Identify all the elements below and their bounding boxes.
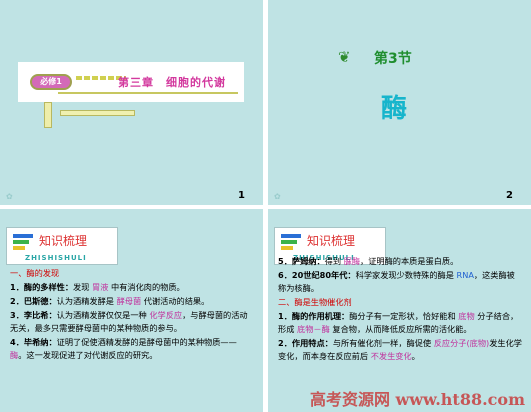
decorative-bar xyxy=(60,110,135,116)
slide-number: 1 xyxy=(238,190,245,201)
item-text: 与所有催化剂一样，酶促使 xyxy=(332,338,432,348)
item-lead: 4．毕希纳： xyxy=(10,337,57,347)
item-highlight: 反应分子(底物) xyxy=(433,338,490,348)
item-highlight: 化学反应 xyxy=(149,310,183,320)
item-tail: 代谢活动的结果。 xyxy=(143,296,210,306)
item-text: 证明了促使酒精发酵的是酵母菌中的某种物质—— xyxy=(56,337,237,347)
list-item: 1．酶的作用机理：酶分子有一定形状，恰好能和 底物 分子结合，形成 底物－酶 复… xyxy=(278,310,522,336)
stacked-bars-icon xyxy=(281,234,301,254)
item-highlight: RNA xyxy=(456,270,474,280)
item-tail: ，证明酶的本质是蛋白质。 xyxy=(360,256,459,266)
item-highlight: 酶 xyxy=(10,350,19,360)
watermark: 高考资源网 www.ht88.com xyxy=(309,390,525,409)
chapter-banner: 必修1 第三章 细胞的代谢 xyxy=(18,62,244,102)
item-text: 科学家发现少数特殊的酶是 xyxy=(355,270,454,280)
item-highlight-2: 不发生变化 xyxy=(370,351,412,361)
item-lead: 1．酶的作用机理： xyxy=(278,311,350,321)
item-lead: 2．作用特点： xyxy=(278,338,333,348)
slide-body: 一、酶的发现 1．酶的多样性：发现 胃液 中有消化肉的物质。 2．巴斯德：认为酒… xyxy=(10,267,254,363)
course-badge: 必修1 xyxy=(30,74,72,90)
banner-underline xyxy=(58,92,238,94)
slide-number: 2 xyxy=(506,190,513,201)
item-highlight: 胃液 xyxy=(92,282,109,292)
slide-body: 5．萨姆纳：得到 脲酶，证明酶的本质是蛋白质。 6．20世纪80年代：科学家发现… xyxy=(278,255,522,364)
item-lead: 5．萨姆纳： xyxy=(278,256,325,266)
list-item: 3．李比希：认为酒精发酵仅仅是一种 化学反应，与酵母菌的活动无关，最多只需要酵母… xyxy=(10,309,254,335)
item-tail-2: 。 xyxy=(411,351,420,361)
item-text: 认为酒精发酵是 xyxy=(56,296,114,306)
chapter-title: 第三章 细胞的代谢 xyxy=(118,76,226,89)
item-lead: 1．酶的多样性： xyxy=(10,282,74,292)
section-label: 第3节 xyxy=(374,51,412,67)
item-highlight: 酵母菌 xyxy=(116,296,142,306)
decorative-post xyxy=(44,102,52,128)
slide-4[interactable]: 知识梳理 ZHISHISHULI 5．萨姆纳：得到 脲酶，证明酶的本质是蛋白质。… xyxy=(268,209,531,412)
header-title: 知识梳理 xyxy=(307,234,356,248)
corner-mark-icon: ✿ xyxy=(274,192,281,201)
item-lead: 6．20世纪80年代： xyxy=(278,270,356,280)
list-item: 2．巴斯德：认为酒精发酵是 酵母菌 代谢活动的结果。 xyxy=(10,295,254,308)
stacked-bars-icon xyxy=(13,234,33,254)
section-header: 知识梳理 ZHISHISHULI xyxy=(6,227,118,265)
item-highlight: 底物 xyxy=(458,311,475,321)
header-pinyin: ZHISHISHULI xyxy=(25,254,87,262)
item-tail: 中有消化肉的物质。 xyxy=(111,282,185,292)
slide-3[interactable]: 知识梳理 ZHISHISHULI 一、酶的发现 1．酶的多样性：发现 胃液 中有… xyxy=(0,209,263,412)
header-title: 知识梳理 xyxy=(39,234,88,248)
item-tail: 。这一发现促进了对代谢反应的研究。 xyxy=(18,350,158,360)
item-tail-2: 复合物，从而降低反应所需的活化能。 xyxy=(332,324,472,334)
list-item: 1．酶的多样性：发现 胃液 中有消化肉的物质。 xyxy=(10,281,254,294)
list-item: 5．萨姆纳：得到 脲酶，证明酶的本质是蛋白质。 xyxy=(278,255,522,268)
item-text: 发现 xyxy=(73,282,90,292)
slide-1[interactable]: 必修1 第三章 细胞的代谢 ✿ 1 xyxy=(0,0,263,205)
item-lead: 2．巴斯德： xyxy=(10,296,57,306)
slide-2[interactable]: ❦ 第3节 酶 ✿ 2 xyxy=(268,0,531,205)
item-highlight: 脲酶 xyxy=(343,256,361,266)
list-item: 4．毕希纳：证明了促使酒精发酵的是酵母菌中的某种物质—— 酶。这一发现促进了对代… xyxy=(10,336,254,362)
subheading: 一、酶的发现 xyxy=(10,268,60,278)
sprout-icon: ❦ xyxy=(338,48,351,66)
list-item: 2．作用特点：与所有催化剂一样，酶促使 反应分子(底物)发生化学变化，而本身在反… xyxy=(278,337,522,363)
subheading: 二、酶是生物催化剂 xyxy=(278,297,352,307)
list-item: 6．20世纪80年代：科学家发现少数特殊的酶是 RNA，这类酶被称为核酶。 xyxy=(278,269,522,295)
item-text: 得到 xyxy=(324,256,342,266)
item-text: 酶分子有一定形状，恰好能和 xyxy=(349,311,456,321)
corner-mark-icon: ✿ xyxy=(6,192,13,201)
item-lead: 3．李比希： xyxy=(10,310,57,320)
item-highlight-2: 底物－酶 xyxy=(297,324,330,334)
section-title: 酶 xyxy=(381,94,410,124)
item-text: 认为酒精发酵仅仅是一种 xyxy=(56,310,147,320)
